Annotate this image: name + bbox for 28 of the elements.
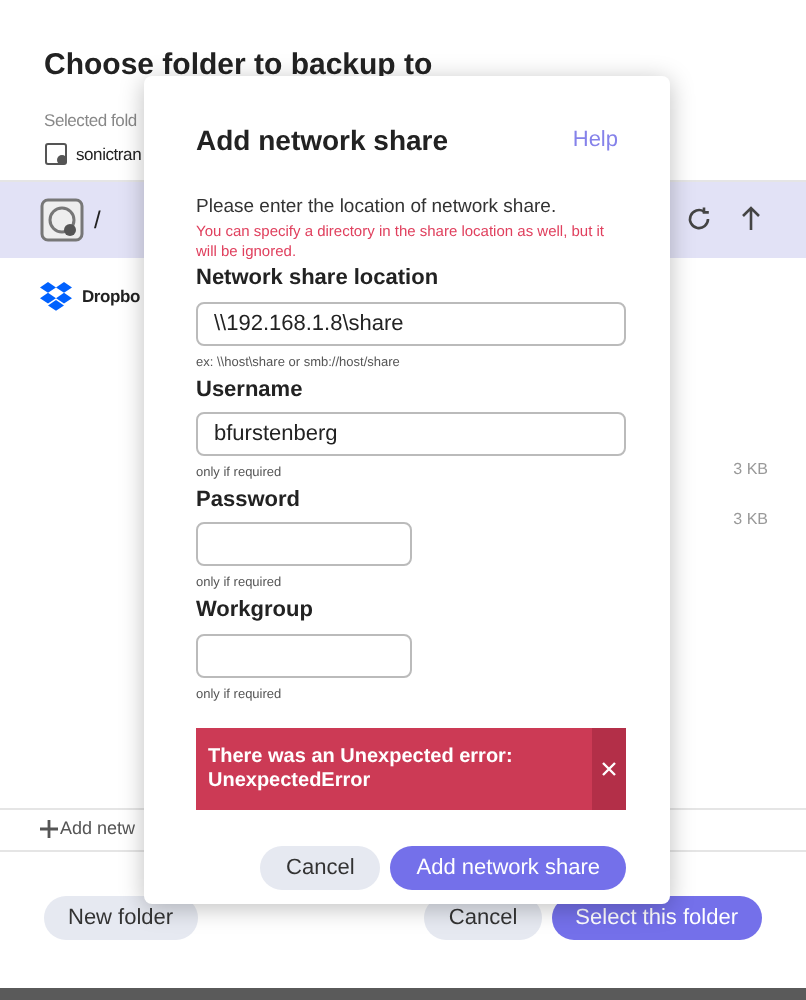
input-field[interactable]: [196, 522, 412, 567]
hard-drive-icon: [40, 197, 84, 242]
intro-text: Please enter the location of network share.: [196, 194, 559, 222]
file-size: 3 KB: [733, 507, 768, 532]
button[interactable]: New folder: [44, 895, 198, 940]
add-network-link[interactable]: Add netw: [40, 816, 136, 843]
dialog-title: Add network share: [196, 122, 449, 160]
input-field[interactable]: [196, 633, 412, 677]
refresh-icon[interactable]: [686, 205, 712, 232]
input-field[interactable]: \\192.168.1.8\share: [196, 301, 626, 346]
close-button[interactable]: [592, 728, 626, 811]
page-title: Choose folder to backup to: [42, 46, 435, 84]
selected-folder-label: Selected fold: [42, 108, 139, 134]
error-message: There was an Unexpected error: UnexpectedError: [206, 743, 515, 796]
field-label: Workgroup: [196, 596, 315, 626]
close-icon: [602, 762, 616, 777]
field-label: Password: [196, 485, 302, 516]
file-size: 3 KB: [733, 457, 768, 482]
drive-icon: [44, 141, 70, 168]
dropbox-icon: [40, 282, 72, 313]
plus-icon: [40, 820, 58, 839]
up-arrow-icon[interactable]: [740, 205, 762, 232]
button[interactable]: Cancel: [260, 846, 381, 891]
button[interactable]: Add network share: [390, 846, 626, 891]
field-label: Network share location: [196, 264, 441, 295]
field-label: Username: [196, 375, 305, 405]
input-field[interactable]: bfurstenberg: [196, 412, 626, 456]
folder-name: sonictran: [76, 141, 142, 168]
